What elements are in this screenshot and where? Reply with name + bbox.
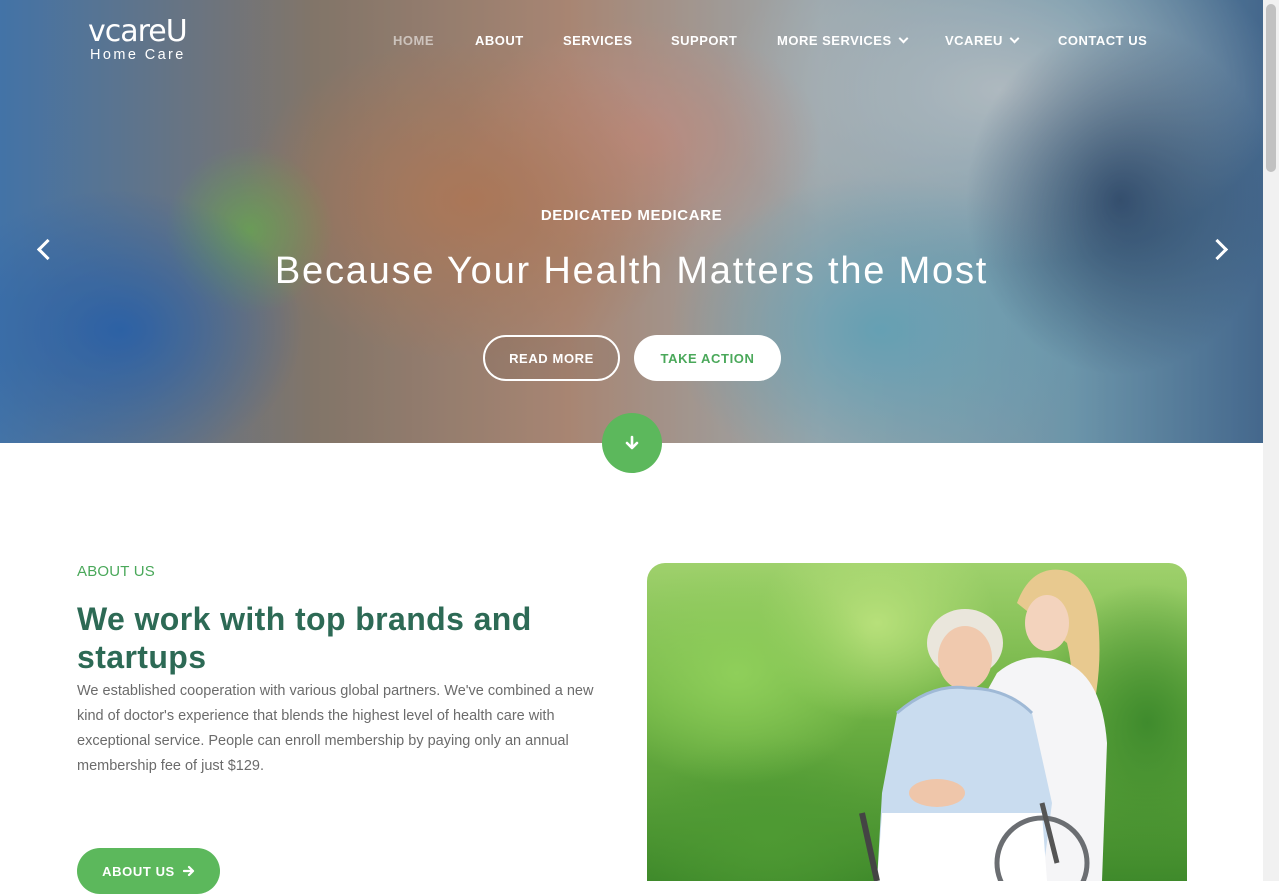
logo-tagline: Home Care <box>90 47 186 63</box>
about-us-button[interactable]: ABOUT US <box>77 848 220 894</box>
hero-slider: vcareU Home Care HOME ABOUT SERVICES SUP… <box>0 0 1263 443</box>
caregiver-with-senior-photo <box>647 563 1187 881</box>
about-us-button-label: ABOUT US <box>102 863 175 879</box>
nav-services[interactable]: SERVICES <box>563 33 633 48</box>
nav-label: HOME <box>393 33 434 48</box>
arrow-down-icon <box>625 435 639 450</box>
about-section-label: ABOUT US <box>77 563 156 580</box>
site-logo[interactable]: vcareU Home Care <box>88 14 188 64</box>
nav-label: SUPPORT <box>671 33 738 48</box>
nav-label: SERVICES <box>563 33 633 48</box>
nav-vcareu[interactable]: VCAREU <box>945 33 1020 48</box>
page-scrollbar[interactable] <box>1263 0 1279 881</box>
about-title: We work with top brands and startups <box>77 601 532 675</box>
chevron-down-icon <box>898 33 909 44</box>
photo-illustration <box>859 569 1107 881</box>
scrollbar-thumb[interactable] <box>1266 4 1276 172</box>
hero-eyebrow: DEDICATED MEDICARE <box>540 207 723 224</box>
nav-label: ABOUT <box>475 33 524 48</box>
nav-contact-us[interactable]: CONTACT US <box>1058 33 1147 48</box>
nav-label: CONTACT US <box>1058 33 1148 48</box>
hero-headline: Because Your Health Matters the Most <box>274 250 989 292</box>
read-more-button[interactable]: READ MORE <box>483 335 620 381</box>
chevron-down-icon <box>1009 33 1020 44</box>
nav-label: MORE SERVICES <box>777 33 892 48</box>
nav-more-services[interactable]: MORE SERVICES <box>777 33 909 48</box>
arrow-right-icon <box>182 865 194 877</box>
nav-label: VCAREU <box>945 33 1003 48</box>
nav-about[interactable]: ABOUT <box>475 33 524 48</box>
nav-home[interactable]: HOME <box>393 33 434 48</box>
logo-wordmark: vcareU <box>88 14 188 49</box>
nav-support[interactable]: SUPPORT <box>671 33 737 48</box>
scroll-down-button[interactable] <box>602 413 662 473</box>
take-action-button[interactable]: TAKE ACTION <box>634 335 781 381</box>
about-description: We established cooperation with various … <box>77 683 594 774</box>
